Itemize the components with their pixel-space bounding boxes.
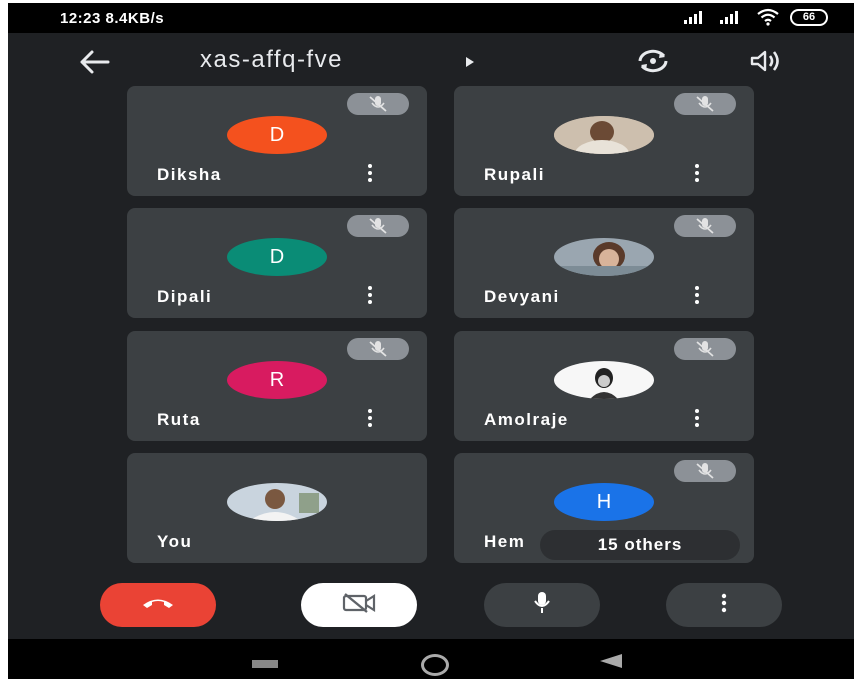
more-vert-icon[interactable]: [367, 409, 373, 429]
participant-name: Amolraje: [484, 410, 569, 429]
signal-icon: [720, 10, 746, 24]
mic-muted-icon: [674, 460, 736, 482]
camera-off-icon: [341, 592, 377, 619]
battery-icon: 66: [790, 8, 828, 26]
others-count-pill[interactable]: 15 others: [540, 530, 740, 560]
home-icon[interactable]: [421, 654, 449, 676]
end-call-button[interactable]: [100, 583, 216, 627]
wifi-icon: [756, 8, 780, 26]
recents-icon[interactable]: [252, 660, 278, 668]
back-arrow-icon[interactable]: [74, 47, 114, 77]
status-time: 12:23: [60, 10, 101, 27]
meet-call-screen: 12:23 8.4KB/s 66 xas-affq-fve D Diksha R…: [8, 3, 854, 679]
call-header: xas-affq-fve: [8, 37, 854, 85]
microphone-icon: [532, 591, 552, 620]
mic-muted-icon: [347, 215, 409, 237]
participant-tile-rupali[interactable]: Rupali: [454, 86, 754, 196]
avatar-photo: [554, 116, 654, 154]
mic-muted-icon: [347, 338, 409, 360]
avatar: D: [227, 116, 327, 154]
mic-muted-icon: [674, 215, 736, 237]
mic-muted-icon: [674, 93, 736, 115]
participant-name: Ruta: [157, 410, 201, 429]
more-vert-icon[interactable]: [367, 164, 373, 184]
avatar: D: [227, 238, 327, 276]
avatar-photo: [227, 483, 327, 521]
participant-name: Hem: [484, 532, 526, 551]
play-icon[interactable]: [466, 57, 474, 67]
more-options-button[interactable]: [666, 583, 782, 627]
participant-tile-you[interactable]: You: [127, 453, 427, 563]
status-bar: 12:23 8.4KB/s 66: [8, 3, 854, 33]
status-icons: 66: [684, 8, 828, 26]
nav-back-icon[interactable]: [600, 654, 622, 668]
avatar-photo: [554, 238, 654, 276]
mic-muted-icon: [674, 338, 736, 360]
camera-toggle-button[interactable]: [301, 583, 417, 627]
avatar-photo: [554, 361, 654, 399]
participant-name: Dipali: [157, 287, 213, 306]
participant-name: Diksha: [157, 165, 222, 184]
participant-name: Devyani: [484, 287, 560, 306]
status-time-and-speed: 12:23 8.4KB/s: [60, 10, 164, 27]
end-call-icon: [141, 596, 175, 615]
signal-icon: [684, 10, 710, 24]
participant-tile-ruta[interactable]: R Ruta: [127, 331, 427, 441]
meeting-code[interactable]: xas-affq-fve: [200, 46, 343, 74]
avatar: H: [554, 483, 654, 521]
avatar: R: [227, 361, 327, 399]
participant-tile-amolraje[interactable]: Amolraje: [454, 331, 754, 441]
mic-muted-icon: [347, 93, 409, 115]
participant-tile-dipali[interactable]: D Dipali: [127, 208, 427, 318]
participant-tile-diksha[interactable]: D Diksha: [127, 86, 427, 196]
more-vert-icon[interactable]: [694, 409, 700, 429]
participant-name: Rupali: [484, 165, 545, 184]
more-vert-icon[interactable]: [694, 286, 700, 306]
more-vert-icon[interactable]: [367, 286, 373, 306]
switch-camera-icon[interactable]: [636, 48, 670, 74]
net-speed: 8.4KB/s: [105, 10, 165, 27]
microphone-button[interactable]: [484, 583, 600, 627]
participant-name: You: [157, 532, 193, 551]
more-vert-icon[interactable]: [694, 164, 700, 184]
participant-tile-devyani[interactable]: Devyani: [454, 208, 754, 318]
system-nav-bar: [8, 639, 854, 679]
speaker-icon[interactable]: [750, 50, 782, 72]
more-options-icon: [721, 593, 727, 618]
